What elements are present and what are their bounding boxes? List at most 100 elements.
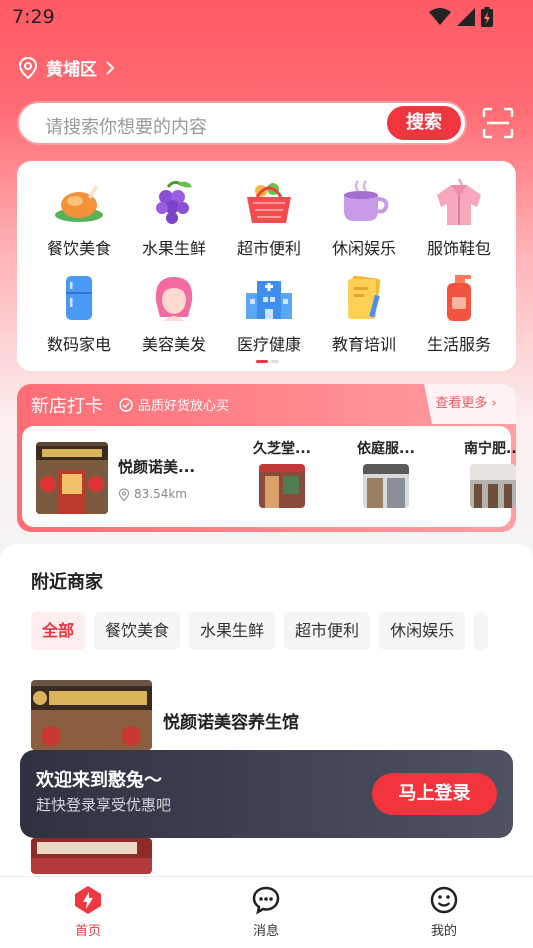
woman-face-icon xyxy=(155,277,193,321)
location-pin-icon xyxy=(118,487,130,501)
chevron-right-icon: › xyxy=(487,396,497,411)
category-item-beauty[interactable]: 美容美发 xyxy=(126,273,222,355)
new-shop-card[interactable]: 久芝堂... xyxy=(247,438,317,508)
new-shop-card[interactable]: 依庭服... xyxy=(351,438,421,508)
category-label: 美容美发 xyxy=(141,335,206,354)
location-pin-icon xyxy=(18,56,38,79)
category-item-medical[interactable]: 医疗健康 xyxy=(221,273,317,355)
filter-chip-leisure[interactable]: 休闲娱乐 xyxy=(379,612,466,650)
page-dot-active xyxy=(256,360,268,363)
login-banner-title: 欢迎来到憨兔～ xyxy=(36,770,162,791)
status-icons xyxy=(429,7,493,27)
login-button[interactable]: 马上登录 xyxy=(372,773,497,815)
page-dot xyxy=(271,360,279,363)
tab-profile[interactable]: 我的 xyxy=(404,885,484,939)
storefront-image xyxy=(259,464,305,508)
tagline-text: 品质好货放心买 xyxy=(138,399,230,414)
refrigerator-icon xyxy=(66,276,92,320)
filter-chip-overflow[interactable] xyxy=(474,612,489,650)
storefront-image xyxy=(31,680,152,750)
signal-icon xyxy=(457,8,475,26)
search-button[interactable]: 搜索 xyxy=(387,106,461,140)
notebook-icon xyxy=(347,275,381,319)
lotion-bottle-icon xyxy=(447,275,471,321)
category-filter-row: 全部 餐饮美食 水果生鲜 超市便利 休闲娱乐 xyxy=(31,612,489,650)
storefront-image xyxy=(36,442,108,514)
category-item-clothing[interactable]: 服饰鞋包 xyxy=(411,177,507,259)
featured-shop-distance: 83.54km xyxy=(118,487,195,501)
status-time: 7:29 xyxy=(12,6,55,28)
storefront-image xyxy=(31,838,152,874)
chevron-right-icon xyxy=(106,60,115,75)
storefront-image xyxy=(363,464,409,508)
shop-name: 久芝堂... xyxy=(253,441,311,457)
tab-home[interactable]: 首页 xyxy=(48,885,128,939)
check-circle-icon xyxy=(119,397,133,412)
bottom-tab-bar: 首页 消息 我的 xyxy=(0,876,533,948)
chat-bubble-icon xyxy=(252,886,280,915)
search-placeholder: 请搜索你想要的内容 xyxy=(45,117,207,138)
tab-label: 我的 xyxy=(430,924,457,939)
filter-chip-supermarket[interactable]: 超市便利 xyxy=(284,612,371,650)
jacket-icon xyxy=(437,178,481,225)
category-item-leisure[interactable]: 休闲娱乐 xyxy=(316,177,412,259)
login-banner-subtitle: 赶快登录享受优惠吧 xyxy=(36,796,172,814)
category-grid: 餐饮美食 水果生鲜 超市便利 休闲娱乐 服饰鞋包 数码家电 美容美发 医疗健康 … xyxy=(17,161,516,371)
home-bolt-icon xyxy=(75,886,101,914)
battery-charging-icon xyxy=(481,7,493,27)
category-item-education[interactable]: 教育培训 xyxy=(316,273,412,355)
category-label: 医疗健康 xyxy=(236,335,301,354)
nearby-shop-row[interactable]: 悦颜诺美容养生馆 xyxy=(31,680,299,750)
category-label: 教育培训 xyxy=(331,335,396,354)
featured-new-shop[interactable]: 悦颜诺美... 83.54km xyxy=(36,442,195,514)
grapes-icon xyxy=(156,180,192,224)
status-bar: 7:29 xyxy=(0,0,533,36)
shop-thumbnail-partial xyxy=(31,838,152,874)
wifi-icon xyxy=(429,8,451,25)
category-item-food[interactable]: 餐饮美食 xyxy=(31,177,127,259)
new-shops-header: 新店打卡 品质好货放心买 查看更多 › xyxy=(17,384,516,426)
category-item-electronics[interactable]: 数码家电 xyxy=(31,273,127,355)
shop-thumbnail xyxy=(36,442,108,514)
tab-label: 首页 xyxy=(74,924,101,939)
roast-chicken-icon xyxy=(55,185,103,222)
nearby-title: 附近商家 xyxy=(31,572,103,593)
shop-name: 依庭服... xyxy=(357,441,415,457)
search-input[interactable]: 请搜索你想要的内容 搜索 xyxy=(17,101,467,145)
coffee-cup-icon xyxy=(344,180,389,221)
see-more-label: 查看更多 xyxy=(435,396,488,411)
nearby-shop-name: 悦颜诺美容养生馆 xyxy=(163,713,299,733)
new-shops-tagline: 品质好货放心买 xyxy=(119,395,229,414)
category-label: 水果生鲜 xyxy=(141,239,206,258)
category-label: 超市便利 xyxy=(236,239,301,258)
category-label: 休闲娱乐 xyxy=(331,239,396,258)
shop-thumbnail xyxy=(31,680,152,750)
hospital-icon xyxy=(246,281,292,319)
shopping-basket-icon xyxy=(247,183,291,223)
category-label: 生活服务 xyxy=(426,335,491,354)
featured-shop-name: 悦颜诺美... xyxy=(118,458,196,476)
category-label: 餐饮美食 xyxy=(46,239,111,258)
filter-chip-food[interactable]: 餐饮美食 xyxy=(94,612,181,650)
filter-chip-fruit[interactable]: 水果生鲜 xyxy=(189,612,276,650)
storefront-image xyxy=(470,464,516,508)
category-page-indicator xyxy=(256,360,279,363)
shop-thumbnail xyxy=(363,464,409,508)
category-item-supermarket[interactable]: 超市便利 xyxy=(221,177,317,259)
category-label: 服饰鞋包 xyxy=(426,239,491,258)
filter-chip-all[interactable]: 全部 xyxy=(31,612,86,650)
new-shops-list: 悦颜诺美... 83.54km 久芝堂... 依庭服... 南宁肥... xyxy=(22,426,516,527)
shop-thumbnail xyxy=(259,464,305,508)
category-item-fruit[interactable]: 水果生鲜 xyxy=(126,177,222,259)
location-selector[interactable]: 黄埔区 xyxy=(18,55,115,80)
see-more-link[interactable]: 查看更多 › xyxy=(424,384,516,424)
tab-messages[interactable]: 消息 xyxy=(226,885,306,939)
location-district: 黄埔区 xyxy=(46,60,97,80)
new-shops-section: 新店打卡 品质好货放心买 查看更多 › 悦颜诺美... 83.54km 久芝堂.… xyxy=(17,384,516,532)
scan-icon[interactable] xyxy=(482,107,514,139)
new-shop-card[interactable]: 南宁肥... xyxy=(458,438,516,508)
category-item-services[interactable]: 生活服务 xyxy=(411,273,507,355)
distance-value: 83.54km xyxy=(134,487,187,501)
login-prompt-banner: 欢迎来到憨兔～ 赶快登录享受优惠吧 马上登录 xyxy=(20,750,513,838)
category-label: 数码家电 xyxy=(46,335,111,354)
